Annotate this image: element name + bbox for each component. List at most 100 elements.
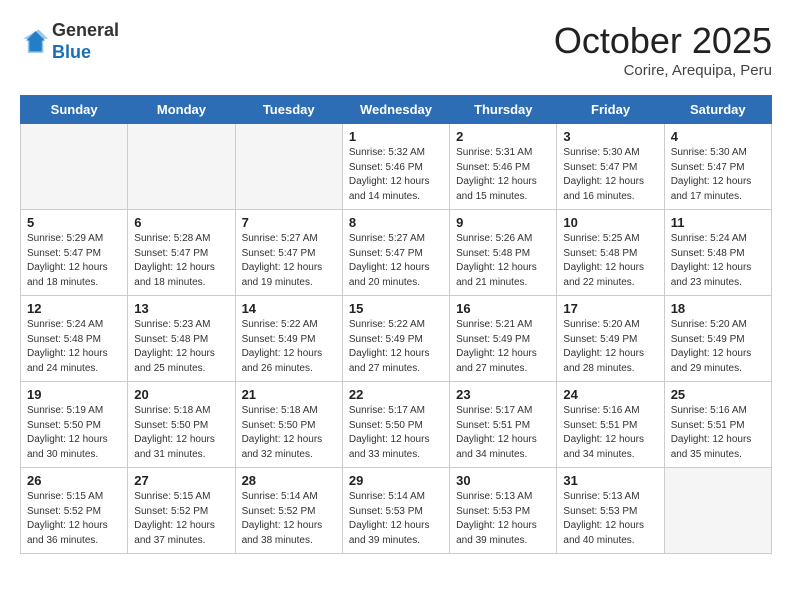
weekday-header-friday: Friday (557, 96, 664, 124)
logo-icon (20, 28, 48, 56)
day-number: 26 (27, 473, 122, 488)
day-info: Sunrise: 5:17 AMSunset: 5:51 PMDaylight:… (456, 404, 551, 462)
calendar-cell: 17 Sunrise: 5:20 AMSunset: 5:49 PMDayligh… (557, 296, 664, 382)
day-info: Sunrise: 5:24 AMSunset: 5:48 PMDaylight:… (671, 232, 766, 290)
day-info: Sunrise: 5:23 AMSunset: 5:48 PMDaylight:… (134, 318, 229, 376)
calendar-cell: 12 Sunrise: 5:24 AMSunset: 5:48 PMDayligh… (21, 296, 128, 382)
day-info: Sunrise: 5:20 AMSunset: 5:49 PMDaylight:… (563, 318, 658, 376)
day-info: Sunrise: 5:25 AMSunset: 5:48 PMDaylight:… (563, 232, 658, 290)
day-number: 3 (563, 129, 658, 144)
day-number: 27 (134, 473, 229, 488)
day-number: 19 (27, 387, 122, 402)
calendar-cell: 15Sunrise: 5:22 AMSunset: 5:49 PMDayligh… (342, 296, 449, 382)
calendar-cell (235, 124, 342, 210)
calendar-cell: 9 Sunrise: 5:26 AMSunset: 5:48 PMDaylight… (450, 210, 557, 296)
calendar-cell: 20 Sunrise: 5:18 AMSunset: 5:50 PMDayligh… (128, 382, 235, 468)
day-info: Sunrise: 5:29 AMSunset: 5:47 PMDaylight:… (27, 232, 122, 290)
day-info: Sunrise: 5:15 AMSunset: 5:52 PMDaylight:… (27, 490, 122, 548)
day-info: Sunrise: 5:30 AMSunset: 5:47 PMDaylight:… (563, 146, 658, 204)
day-info: Sunrise: 5:16 AMSunset: 5:51 PMDaylight:… (671, 404, 766, 462)
page-header: General Blue October 2025 Corire, Arequi… (20, 20, 772, 79)
day-info: Sunrise: 5:14 AMSunset: 5:53 PMDaylight:… (349, 490, 444, 548)
day-number: 18 (671, 301, 766, 316)
calendar-cell: 7 Sunrise: 5:27 AMSunset: 5:47 PMDaylight… (235, 210, 342, 296)
calendar-cell: 25 Sunrise: 5:16 AMSunset: 5:51 PMDayligh… (664, 382, 771, 468)
day-number: 6 (134, 215, 229, 230)
day-number: 9 (456, 215, 551, 230)
calendar-cell (664, 468, 771, 554)
calendar-cell: 27 Sunrise: 5:15 AMSunset: 5:52 PMDayligh… (128, 468, 235, 554)
day-info: Sunrise: 5:20 AMSunset: 5:49 PMDaylight:… (671, 318, 766, 376)
day-number: 25 (671, 387, 766, 402)
day-info: Sunrise: 5:15 AMSunset: 5:52 PMDaylight:… (134, 490, 229, 548)
calendar-cell: 5 Sunrise: 5:29 AMSunset: 5:47 PMDaylight… (21, 210, 128, 296)
day-number: 31 (563, 473, 658, 488)
calendar-cell: 24 Sunrise: 5:16 AMSunset: 5:51 PMDayligh… (557, 382, 664, 468)
calendar-cell: 26 Sunrise: 5:15 AMSunset: 5:52 PMDayligh… (21, 468, 128, 554)
weekday-header-sunday: Sunday (21, 96, 128, 124)
calendar-cell: 11 Sunrise: 5:24 AMSunset: 5:48 PMDayligh… (664, 210, 771, 296)
calendar-cell: 18 Sunrise: 5:20 AMSunset: 5:49 PMDayligh… (664, 296, 771, 382)
day-number: 28 (242, 473, 337, 488)
day-number: 4 (671, 129, 766, 144)
day-number: 7 (242, 215, 337, 230)
day-info: Sunrise: 5:17 AMSunset: 5:50 PMDaylight:… (349, 404, 444, 462)
day-info: Sunrise: 5:13 AMSunset: 5:53 PMDaylight:… (563, 490, 658, 548)
week-row-5: 26 Sunrise: 5:15 AMSunset: 5:52 PMDayligh… (21, 468, 772, 554)
calendar-cell: 3 Sunrise: 5:30 AMSunset: 5:47 PMDaylight… (557, 124, 664, 210)
calendar-cell: 6 Sunrise: 5:28 AMSunset: 5:47 PMDaylight… (128, 210, 235, 296)
day-number: 12 (27, 301, 122, 316)
day-info: Sunrise: 5:19 AMSunset: 5:50 PMDaylight:… (27, 404, 122, 462)
calendar-cell: 31 Sunrise: 5:13 AMSunset: 5:53 PMDayligh… (557, 468, 664, 554)
day-number: 30 (456, 473, 551, 488)
day-info: Sunrise: 5:26 AMSunset: 5:48 PMDaylight:… (456, 232, 551, 290)
month-title: October 2025 (554, 20, 772, 62)
weekday-header-thursday: Thursday (450, 96, 557, 124)
day-info: Sunrise: 5:28 AMSunset: 5:47 PMDaylight:… (134, 232, 229, 290)
day-number: 24 (563, 387, 658, 402)
day-info: Sunrise: 5:16 AMSunset: 5:51 PMDaylight:… (563, 404, 658, 462)
day-info: Sunrise: 5:21 AMSunset: 5:49 PMDaylight:… (456, 318, 551, 376)
day-number: 13 (134, 301, 229, 316)
day-info: Sunrise: 5:13 AMSunset: 5:53 PMDaylight:… (456, 490, 551, 548)
title-block: October 2025 Corire, Arequipa, Peru (554, 20, 772, 79)
day-info: Sunrise: 5:31 AMSunset: 5:46 PMDaylight:… (456, 146, 551, 204)
day-number: 8 (349, 215, 444, 230)
day-number: 21 (242, 387, 337, 402)
day-number: 17 (563, 301, 658, 316)
day-info: Sunrise: 5:27 AMSunset: 5:47 PMDaylight:… (242, 232, 337, 290)
logo-blue-text: Blue (52, 42, 91, 62)
day-info: Sunrise: 5:24 AMSunset: 5:48 PMDaylight:… (27, 318, 122, 376)
calendar-cell: 21 Sunrise: 5:18 AMSunset: 5:50 PMDayligh… (235, 382, 342, 468)
day-number: 1 (349, 129, 444, 144)
calendar-cell (21, 124, 128, 210)
weekday-header-tuesday: Tuesday (235, 96, 342, 124)
day-number: 22 (349, 387, 444, 402)
calendar-cell (128, 124, 235, 210)
day-number: 2 (456, 129, 551, 144)
day-number: 11 (671, 215, 766, 230)
day-info: Sunrise: 5:14 AMSunset: 5:52 PMDaylight:… (242, 490, 337, 548)
calendar-cell: 23Sunrise: 5:17 AMSunset: 5:51 PMDayligh… (450, 382, 557, 468)
calendar-cell: 19 Sunrise: 5:19 AMSunset: 5:50 PMDayligh… (21, 382, 128, 468)
weekday-header-monday: Monday (128, 96, 235, 124)
calendar-cell: 13 Sunrise: 5:23 AMSunset: 5:48 PMDayligh… (128, 296, 235, 382)
day-number: 20 (134, 387, 229, 402)
calendar-cell: 8 Sunrise: 5:27 AMSunset: 5:47 PMDaylight… (342, 210, 449, 296)
day-info: Sunrise: 5:18 AMSunset: 5:50 PMDaylight:… (242, 404, 337, 462)
calendar-cell: 2 Sunrise: 5:31 AMSunset: 5:46 PMDaylight… (450, 124, 557, 210)
calendar-table: SundayMondayTuesdayWednesdayThursdayFrid… (20, 95, 772, 554)
day-info: Sunrise: 5:22 AMSunset: 5:49 PMDaylight:… (349, 318, 444, 376)
day-info: Sunrise: 5:18 AMSunset: 5:50 PMDaylight:… (134, 404, 229, 462)
day-info: Sunrise: 5:30 AMSunset: 5:47 PMDaylight:… (671, 146, 766, 204)
calendar-cell: 16 Sunrise: 5:21 AMSunset: 5:49 PMDayligh… (450, 296, 557, 382)
day-number: 5 (27, 215, 122, 230)
day-info: Sunrise: 5:27 AMSunset: 5:47 PMDaylight:… (349, 232, 444, 290)
calendar-cell: 28 Sunrise: 5:14 AMSunset: 5:52 PMDayligh… (235, 468, 342, 554)
weekday-header-wednesday: Wednesday (342, 96, 449, 124)
week-row-2: 5 Sunrise: 5:29 AMSunset: 5:47 PMDaylight… (21, 210, 772, 296)
day-number: 16 (456, 301, 551, 316)
day-number: 29 (349, 473, 444, 488)
calendar-cell: 30 Sunrise: 5:13 AMSunset: 5:53 PMDayligh… (450, 468, 557, 554)
calendar-cell: 22 Sunrise: 5:17 AMSunset: 5:50 PMDayligh… (342, 382, 449, 468)
